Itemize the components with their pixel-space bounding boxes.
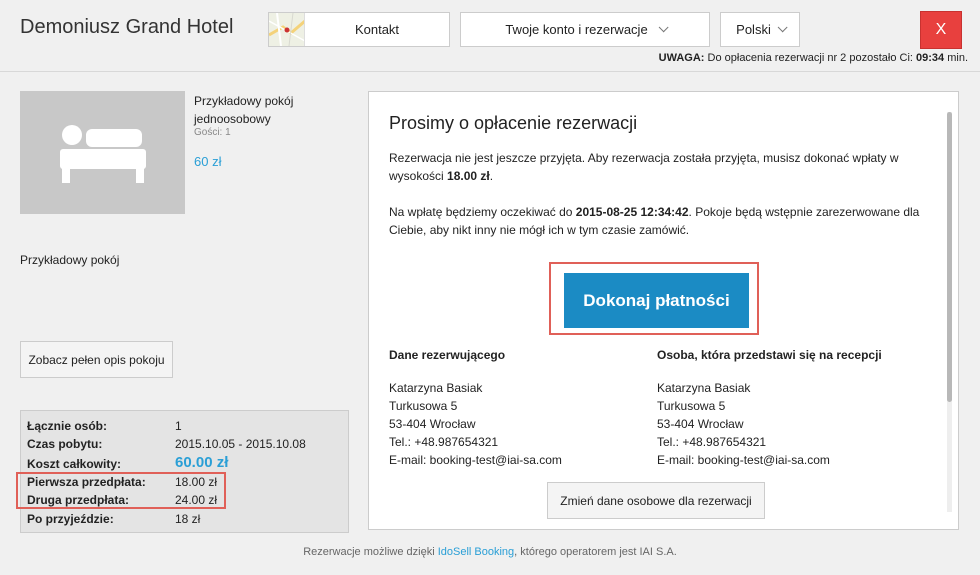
panel-scrollbar[interactable] xyxy=(947,112,952,512)
summary-label-total: Koszt całkowity: xyxy=(27,457,122,471)
booker-title: Dane rezerwującego xyxy=(389,348,506,362)
summary-label-persons: Łącznie osób: xyxy=(27,419,108,433)
booker-name: Katarzyna Basiak xyxy=(389,381,483,395)
prepayment-highlight xyxy=(16,472,226,509)
footer-link[interactable]: IdoSell Booking xyxy=(438,546,514,558)
booker-street: Turkusowa 5 xyxy=(389,399,458,413)
booker-city: 53-404 Wrocław xyxy=(389,417,476,431)
warning-prefix: UWAGA: xyxy=(658,52,705,64)
summary-value-total: 60.00 zł xyxy=(175,454,229,471)
footer: Rezerwacje możliwe dzięki IdoSell Bookin… xyxy=(0,546,980,558)
hotel-name: Demoniusz Grand Hotel xyxy=(20,16,234,38)
payment-amount: 18.00 zł xyxy=(447,169,490,183)
bed-icon xyxy=(59,124,146,183)
map-icon xyxy=(269,13,305,46)
change-personal-data-button[interactable]: Zmień dane osobowe dla rezerwacji xyxy=(547,482,765,519)
warning-time: 09:34 xyxy=(916,52,945,64)
deadline-a: Na wpłatę będziemy oczekiwać do xyxy=(389,205,576,219)
payment-info-end: . xyxy=(489,169,494,183)
summary-label-on-arrival: Po przyjeździe: xyxy=(27,512,114,526)
chevron-down-icon xyxy=(777,22,788,33)
warning-unit: min. xyxy=(947,52,968,64)
guest-street: Turkusowa 5 xyxy=(657,399,726,413)
guest-phone: Tel.: +48.987654321 xyxy=(657,435,767,449)
booker-details: Katarzyna Basiak Turkusowa 5 53-404 Wroc… xyxy=(389,379,562,469)
guest-title: Osoba, która przedstawi się na recepcji xyxy=(657,348,882,362)
deadline-text: Na wpłatę będziemy oczekiwać do 2015-08-… xyxy=(389,203,929,239)
language-dropdown[interactable]: Polski xyxy=(720,12,800,47)
summary-value-on-arrival: 18 zł xyxy=(175,512,201,526)
contact-button[interactable]: Kontakt xyxy=(268,12,450,47)
guest-details: Katarzyna Basiak Turkusowa 5 53-404 Wroc… xyxy=(657,379,830,469)
scrollbar-thumb[interactable] xyxy=(947,112,952,402)
header-bar: Demoniusz Grand Hotel Kontakt Twoje kont… xyxy=(0,0,980,72)
guest-city: 53-404 Wrocław xyxy=(657,417,744,431)
booker-email: E-mail: booking-test@iai-sa.com xyxy=(389,453,562,467)
guest-name: Katarzyna Basiak xyxy=(657,381,751,395)
room-photo[interactable] xyxy=(20,91,185,214)
guest-email: E-mail: booking-test@iai-sa.com xyxy=(657,453,830,467)
summary-value-stay: 2015.10.05 - 2015.10.08 xyxy=(175,437,306,451)
pay-button[interactable]: Dokonaj płatności xyxy=(564,273,749,328)
room-name: Przykładowy pokój jednoosobowy xyxy=(194,94,294,126)
contact-label: Kontakt xyxy=(354,22,400,37)
full-description-button[interactable]: Zobacz pełen opis pokoju xyxy=(20,341,173,378)
booker-phone: Tel.: +48.987654321 xyxy=(389,435,499,449)
account-label: Twoje konto i rezerwacje xyxy=(505,22,648,37)
language-label: Polski xyxy=(736,22,771,37)
close-button[interactable]: X xyxy=(920,11,962,49)
summary-value-persons: 1 xyxy=(175,419,182,433)
payment-info-text: Rezerwacja nie jest jeszcze przyjęta. Ab… xyxy=(389,149,929,185)
deadline-date: 2015-08-25 12:34:42 xyxy=(575,205,689,219)
chevron-down-icon xyxy=(658,22,669,33)
payment-panel: Prosimy o opłacenie rezerwacji Rezerwacj… xyxy=(368,91,959,530)
footer-suffix: , którego operatorem jest IAI S.A. xyxy=(514,546,677,558)
footer-prefix: Rezerwacje możliwe dzięki xyxy=(303,546,438,558)
account-dropdown[interactable]: Twoje konto i rezerwacje xyxy=(460,12,710,47)
summary-label-stay: Czas pobytu: xyxy=(27,437,103,451)
room-description: Przykładowy pokój xyxy=(20,253,120,267)
warning-text: Do opłacenia rezerwacji nr 2 pozostało C… xyxy=(707,52,913,64)
room-price: 60 zł xyxy=(194,154,222,169)
panel-title: Prosimy o opłacenie rezerwacji xyxy=(389,113,638,133)
close-icon: X xyxy=(935,21,947,38)
room-guests: Gości: 1 xyxy=(194,127,231,138)
payment-timer-warning: UWAGA: Do opłacenia rezerwacji nr 2 pozo… xyxy=(659,52,968,64)
